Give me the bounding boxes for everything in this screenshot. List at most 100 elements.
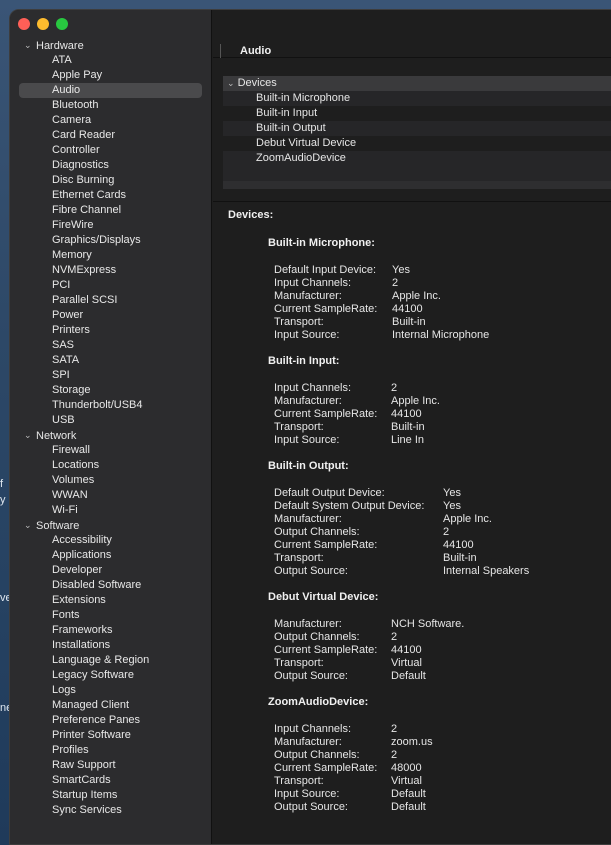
- close-button[interactable]: [18, 18, 30, 30]
- sidebar-item-ata[interactable]: ATA: [10, 53, 212, 68]
- device-list: ⌄ Devices Built-in Microphone Built-in In…: [223, 76, 611, 190]
- property-value: 44100: [391, 408, 422, 420]
- chevron-down-icon[interactable]: ⌄: [24, 520, 36, 531]
- device-property-row: Default Input Device: Yes: [274, 264, 611, 277]
- sidebar-item-logs[interactable]: Logs: [10, 683, 212, 698]
- device-property-row: Output Channels: 2: [274, 749, 611, 762]
- device-list-item[interactable]: ZoomAudioDevice: [223, 151, 611, 166]
- sidebar-item-profiles[interactable]: Profiles: [10, 743, 212, 758]
- device-list-item[interactable]: Built-in Input: [223, 106, 611, 121]
- sidebar-item-smartcards[interactable]: SmartCards: [10, 773, 212, 788]
- property-key: Default System Output Device:: [274, 500, 425, 512]
- device-property-row: Input Channels: 2: [274, 382, 611, 395]
- sidebar-item-spi[interactable]: SPI: [10, 368, 212, 383]
- sidebar-item-usb[interactable]: USB: [10, 413, 212, 428]
- sidebar-item-disabled-software[interactable]: Disabled Software: [10, 578, 212, 593]
- sidebar-item-firewire[interactable]: FireWire: [10, 218, 212, 233]
- sidebar-item-camera[interactable]: Camera: [10, 113, 212, 128]
- property-key: Default Input Device:: [274, 264, 377, 276]
- device-property-row: Output Channels: 2: [274, 631, 611, 644]
- sidebar-item-developer[interactable]: Developer: [10, 563, 212, 578]
- sidebar-item-disc-burning[interactable]: Disc Burning: [10, 173, 212, 188]
- chevron-down-icon[interactable]: ⌄: [227, 78, 235, 88]
- pane-divider[interactable]: [213, 201, 611, 202]
- sidebar-item-wwan[interactable]: WWAN: [10, 488, 212, 503]
- sidebar-item-memory[interactable]: Memory: [10, 248, 212, 263]
- device-property-row: Transport: Built-in: [274, 316, 611, 329]
- sidebar-item-preference-panes[interactable]: Preference Panes: [10, 713, 212, 728]
- sidebar-item-apple-pay[interactable]: Apple Pay: [10, 68, 212, 83]
- sidebar-item-frameworks[interactable]: Frameworks: [10, 623, 212, 638]
- property-value: 44100: [443, 539, 474, 551]
- sidebar-item-startup-items[interactable]: Startup Items: [10, 788, 212, 803]
- sidebar-item-ethernet-cards[interactable]: Ethernet Cards: [10, 188, 212, 203]
- device-property-row: Output Source: Default: [274, 801, 611, 814]
- device-property-row: Input Channels: 2: [274, 277, 611, 290]
- property-key: Input Source:: [274, 788, 340, 800]
- sidebar-item-firewall[interactable]: Firewall: [10, 443, 212, 458]
- sidebar-group-software[interactable]: ⌄ Software: [10, 518, 212, 533]
- sidebar-item-storage[interactable]: Storage: [10, 383, 212, 398]
- device-list-item[interactable]: Built-in Microphone: [223, 91, 611, 106]
- sidebar-item-sata[interactable]: SATA: [10, 353, 212, 368]
- category-tree: ⌄ Hardware ATA Apple Pay Audio Bluetooth Camer…: [10, 38, 212, 818]
- sidebar-item-legacy-software[interactable]: Legacy Software: [10, 668, 212, 683]
- property-key: Input Channels:: [274, 382, 352, 394]
- sidebar-item-audio[interactable]: Audio: [19, 83, 202, 98]
- property-value: 2: [392, 277, 399, 289]
- zoom-button[interactable]: [56, 18, 68, 30]
- sidebar-item-pci[interactable]: PCI: [10, 278, 212, 293]
- device-detail-built-in-output: Built-in Output: Default Output Device: Ye…: [268, 460, 611, 578]
- sidebar-item-power[interactable]: Power: [10, 308, 212, 323]
- sidebar-item-raw-support[interactable]: Raw Support: [10, 758, 212, 773]
- minimize-button[interactable]: [37, 18, 49, 30]
- sidebar-item-graphics-displays[interactable]: Graphics/Displays: [10, 233, 212, 248]
- device-property-row: Default System Output Device: Yes: [274, 500, 611, 513]
- property-value: 2: [443, 526, 450, 538]
- sidebar-item-language-region[interactable]: Language & Region: [10, 653, 212, 668]
- sidebar-item-controller[interactable]: Controller: [10, 143, 212, 158]
- device-property-row: Current SampleRate: 48000: [274, 762, 611, 775]
- sidebar-item-thunderbolt-usb4[interactable]: Thunderbolt/USB4: [10, 398, 212, 413]
- sidebar-group-hardware[interactable]: ⌄ Hardware: [10, 38, 212, 53]
- property-value: Built-in: [443, 552, 477, 564]
- sidebar-item-nvmexpress[interactable]: NVMExpress: [10, 263, 212, 278]
- sidebar-item-sync-services[interactable]: Sync Services: [10, 803, 212, 818]
- sidebar-item-managed-client[interactable]: Managed Client: [10, 698, 212, 713]
- sidebar-item-installations[interactable]: Installations: [10, 638, 212, 653]
- device-detail-name: Built-in Input:: [268, 355, 340, 367]
- device-list-item[interactable]: Built-in Output: [223, 121, 611, 136]
- sidebar-item-applications[interactable]: Applications: [10, 548, 212, 563]
- sidebar-item-fonts[interactable]: Fonts: [10, 608, 212, 623]
- property-value: Virtual: [391, 657, 422, 669]
- horizontal-scrollbar[interactable]: [223, 181, 611, 189]
- device-list-header[interactable]: ⌄ Devices: [223, 76, 611, 91]
- sidebar-item-sas[interactable]: SAS: [10, 338, 212, 353]
- property-key: Current SampleRate:: [274, 539, 378, 551]
- sidebar-item-printer-software[interactable]: Printer Software: [10, 728, 212, 743]
- device-detail-built-in-microphone: Built-in Microphone: Default Input Device…: [268, 237, 611, 342]
- sidebar-item-volumes[interactable]: Volumes: [10, 473, 212, 488]
- sidebar-item-fibre-channel[interactable]: Fibre Channel: [10, 203, 212, 218]
- device-detail-name: Debut Virtual Device:: [268, 591, 379, 603]
- sidebar-item-bluetooth[interactable]: Bluetooth: [10, 98, 212, 113]
- chevron-down-icon[interactable]: ⌄: [24, 40, 36, 51]
- chevron-down-icon[interactable]: ⌄: [24, 430, 36, 441]
- device-property-row: Default Output Device: Yes: [274, 487, 611, 500]
- property-key: Output Channels:: [274, 526, 360, 538]
- sidebar-item-diagnostics[interactable]: Diagnostics: [10, 158, 212, 173]
- sidebar-item-locations[interactable]: Locations: [10, 458, 212, 473]
- sidebar-item-accessibility[interactable]: Accessibility: [10, 533, 212, 548]
- sidebar-item-parallel-scsi[interactable]: Parallel SCSI: [10, 293, 212, 308]
- sidebar-item-extensions[interactable]: Extensions: [10, 593, 212, 608]
- sidebar-item-card-reader[interactable]: Card Reader: [10, 128, 212, 143]
- sidebar-group-network[interactable]: ⌄ Network: [10, 428, 212, 443]
- property-value: Line In: [391, 434, 425, 446]
- sidebar-item-wi-fi[interactable]: Wi-Fi: [10, 503, 212, 518]
- toolbar-separator: [220, 44, 221, 58]
- sidebar-item-printers[interactable]: Printers: [10, 323, 212, 338]
- property-value: Yes: [443, 487, 461, 499]
- device-list-item[interactable]: Debut Virtual Device: [223, 136, 611, 151]
- property-value: Default: [391, 788, 426, 800]
- device-property-row: Manufacturer: zoom.us: [274, 736, 611, 749]
